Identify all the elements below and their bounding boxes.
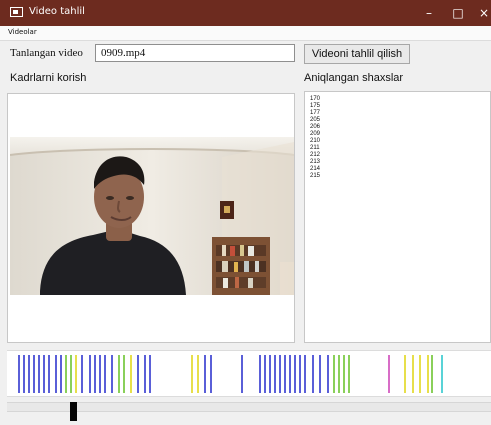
timeline-marker[interactable] <box>274 355 276 393</box>
timeline-marker[interactable] <box>427 355 429 393</box>
video-position-slider-thumb[interactable] <box>70 402 77 421</box>
timeline-marker[interactable] <box>441 355 443 393</box>
timeline-marker[interactable] <box>284 355 286 393</box>
timeline-marker[interactable] <box>48 355 50 393</box>
timeline-marker[interactable] <box>404 355 406 393</box>
timeline-marker[interactable] <box>65 355 67 393</box>
timeline-marker[interactable] <box>60 355 62 393</box>
person-id[interactable]: 211 <box>310 145 320 152</box>
timeline-marker[interactable] <box>89 355 91 393</box>
timeline-marker[interactable] <box>118 355 120 393</box>
title-bar: Video tahlil – □ × <box>0 0 491 26</box>
timeline-marker[interactable] <box>70 355 72 393</box>
timeline-marker[interactable] <box>338 355 340 393</box>
person-id[interactable]: 215 <box>310 173 320 180</box>
person-id[interactable]: 209 <box>310 131 320 138</box>
timeline-marker[interactable] <box>431 355 433 393</box>
timeline-marker[interactable] <box>75 355 77 393</box>
timeline-marker[interactable] <box>289 355 291 393</box>
timeline-marker[interactable] <box>241 355 243 393</box>
timeline-marker[interactable] <box>18 355 20 393</box>
timeline-marker[interactable] <box>144 355 146 393</box>
timeline-marker[interactable] <box>319 355 321 393</box>
person-id[interactable]: 210 <box>310 138 320 145</box>
timeline-marker[interactable] <box>419 355 421 393</box>
video-position-slider-track[interactable] <box>7 402 491 412</box>
person-id[interactable]: 206 <box>310 124 320 131</box>
detected-people-label: Aniqlangan shaxslar <box>304 72 404 84</box>
person-id[interactable]: 177 <box>310 110 320 117</box>
timeline-marker[interactable] <box>388 355 390 393</box>
detected-people-list: 170 175 177 205 206 209 210 211 212 213 … <box>310 96 320 180</box>
timeline-marker[interactable] <box>327 355 329 393</box>
timeline-marker[interactable] <box>269 355 271 393</box>
person-id[interactable]: 212 <box>310 152 320 159</box>
video-frame-image[interactable] <box>10 137 294 295</box>
timeline-marker[interactable] <box>99 355 101 393</box>
menu-bar: Videolar <box>0 26 491 41</box>
timeline-marker[interactable] <box>33 355 35 393</box>
detected-people-panel: 170 175 177 205 206 209 210 211 212 213 … <box>304 91 491 343</box>
timeline-marker[interactable] <box>348 355 350 393</box>
timeline-marker[interactable] <box>55 355 57 393</box>
person-id[interactable]: 170 <box>310 96 320 103</box>
analyze-video-button[interactable]: Videoni tahlil qilish <box>304 44 410 64</box>
menu-videolar[interactable]: Videolar <box>8 27 37 38</box>
minimize-button[interactable]: – <box>414 0 444 26</box>
frames-section-label: Kadrlarni korish <box>10 72 87 84</box>
selected-video-label: Tanlangan video <box>10 47 83 59</box>
timeline-marker[interactable] <box>94 355 96 393</box>
person-id[interactable]: 205 <box>310 117 320 124</box>
timeline-marker[interactable] <box>264 355 266 393</box>
timeline-marker[interactable] <box>28 355 30 393</box>
timeline-marker[interactable] <box>304 355 306 393</box>
timeline-marker[interactable] <box>333 355 335 393</box>
timeline-marker[interactable] <box>38 355 40 393</box>
timeline-marker[interactable] <box>259 355 261 393</box>
timeline-marker[interactable] <box>294 355 296 393</box>
timeline-marker[interactable] <box>130 355 132 393</box>
timeline-marker[interactable] <box>343 355 345 393</box>
close-button[interactable]: × <box>469 0 491 26</box>
person-id[interactable]: 214 <box>310 166 320 173</box>
timeline-markers[interactable] <box>7 350 491 397</box>
video-analysis-window: Video tahlil – □ × Videolar Tanlangan vi… <box>0 0 491 425</box>
person-id[interactable]: 213 <box>310 159 320 166</box>
timeline-marker[interactable] <box>23 355 25 393</box>
timeline-marker[interactable] <box>412 355 414 393</box>
timeline-marker[interactable] <box>137 355 139 393</box>
timeline-marker[interactable] <box>149 355 151 393</box>
timeline-marker[interactable] <box>197 355 199 393</box>
person-id[interactable]: 175 <box>310 103 320 110</box>
timeline-marker[interactable] <box>81 355 83 393</box>
selected-video-field[interactable]: 0909.mp4 <box>95 44 295 62</box>
timeline-marker[interactable] <box>191 355 193 393</box>
timeline-marker[interactable] <box>210 355 212 393</box>
timeline-marker[interactable] <box>43 355 45 393</box>
window-app-icon <box>10 7 23 17</box>
timeline-marker[interactable] <box>312 355 314 393</box>
window-title: Video tahlil <box>29 6 85 17</box>
timeline-marker[interactable] <box>279 355 281 393</box>
timeline-marker[interactable] <box>111 355 113 393</box>
timeline-marker[interactable] <box>104 355 106 393</box>
timeline-marker[interactable] <box>123 355 125 393</box>
timeline-marker[interactable] <box>299 355 301 393</box>
timeline-marker[interactable] <box>204 355 206 393</box>
